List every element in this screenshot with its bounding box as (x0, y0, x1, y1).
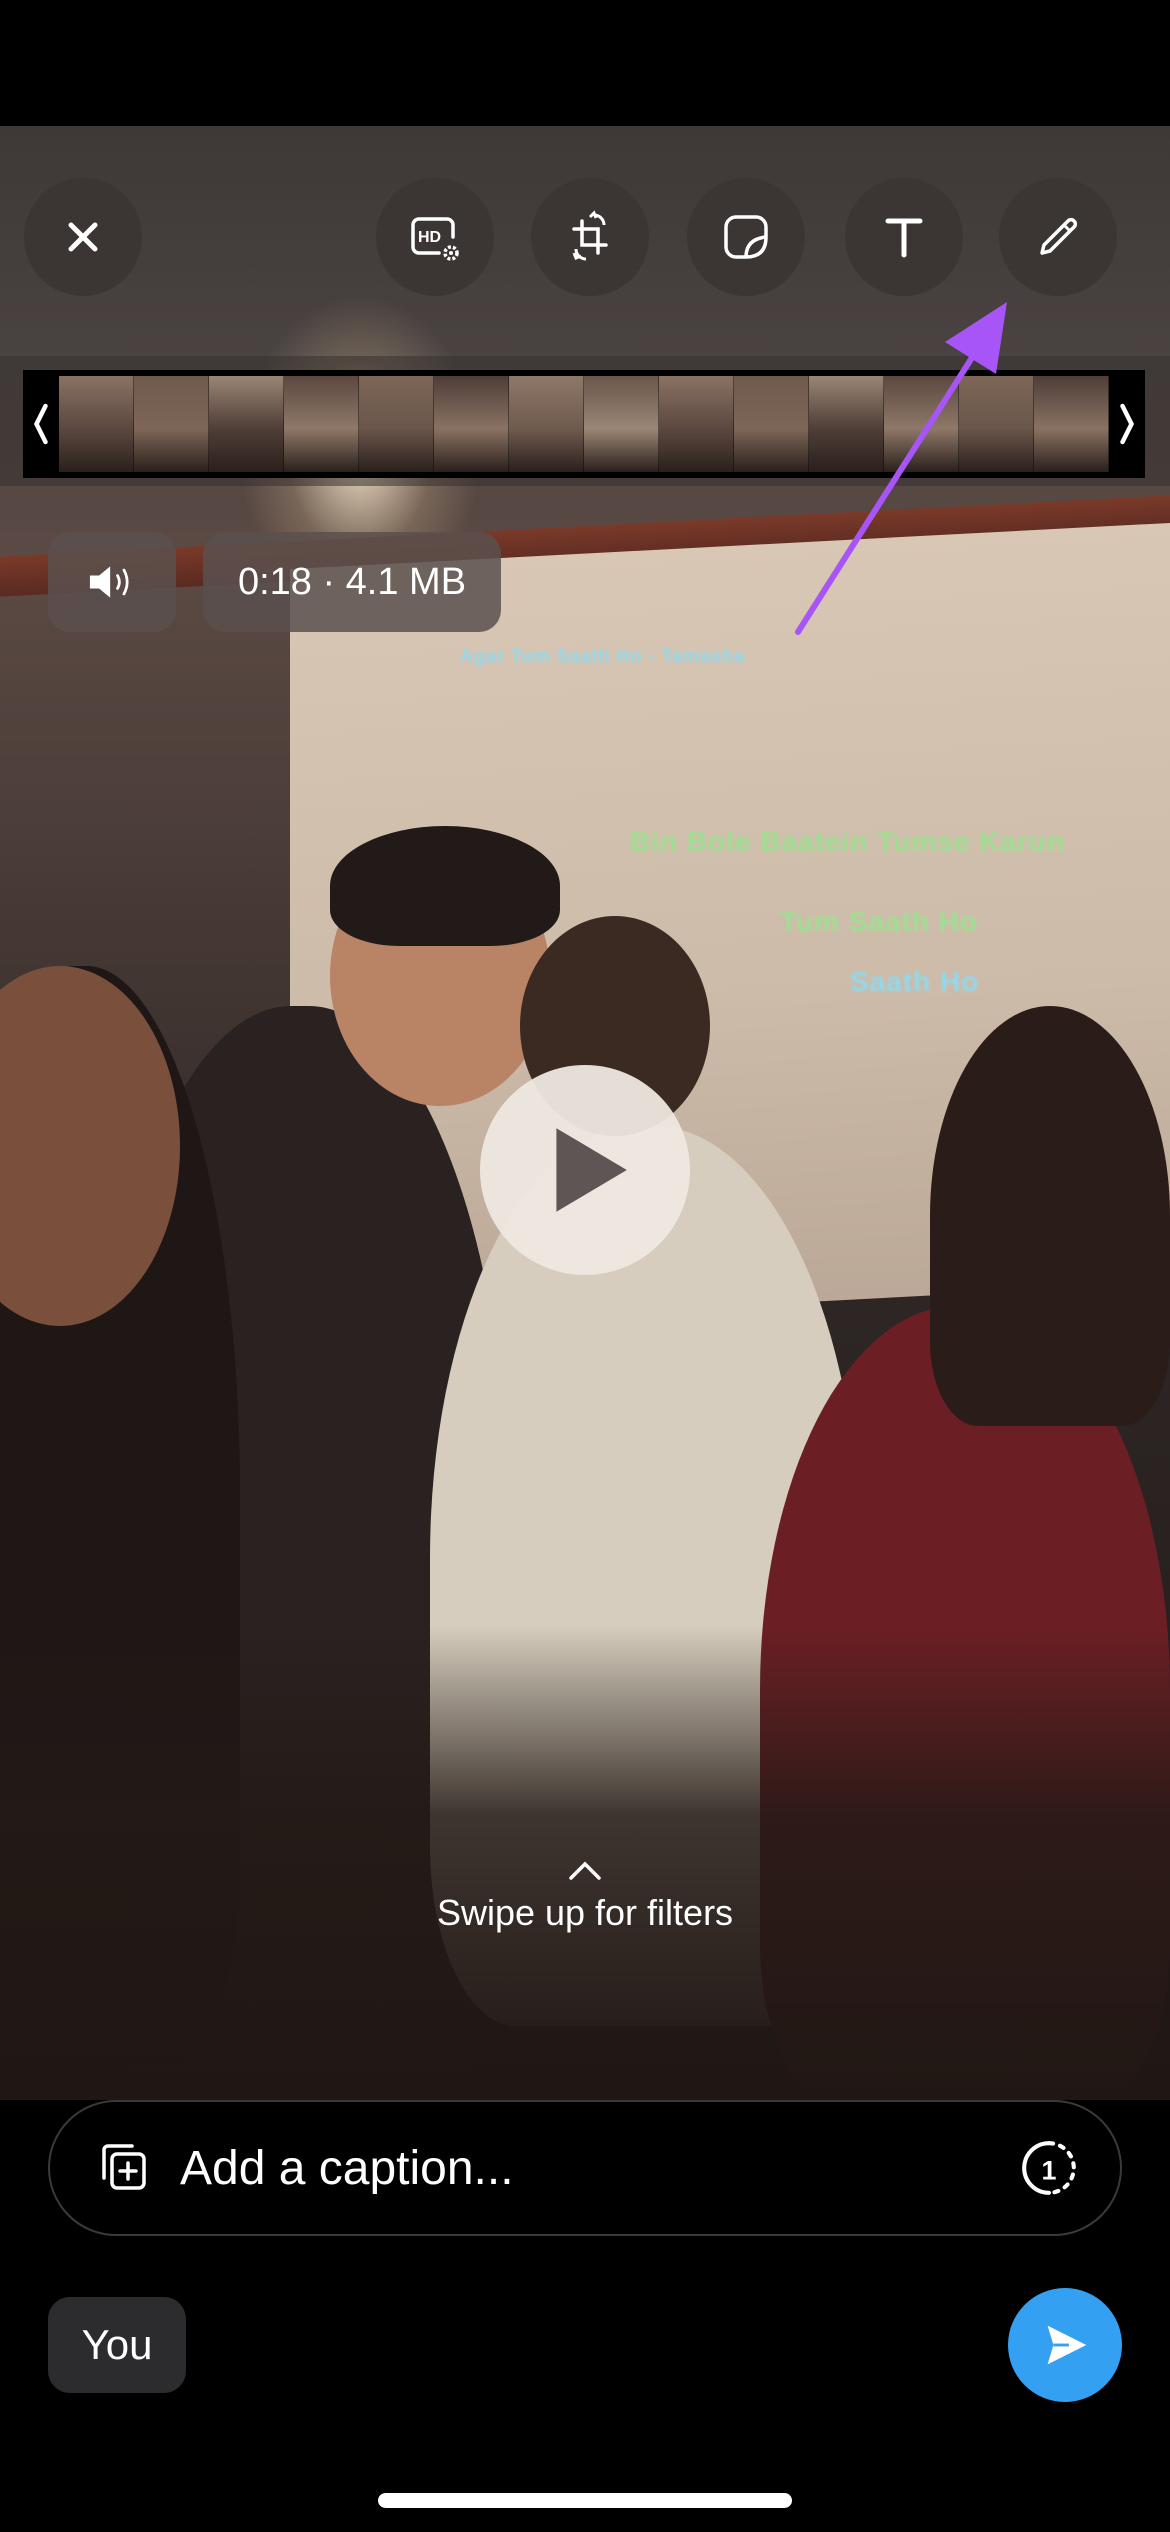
chevron-up-icon (569, 1861, 601, 1880)
hd-settings-icon: HD (411, 217, 459, 261)
recipient-label: You (81, 2321, 153, 2368)
trimmer-frame (59, 376, 134, 472)
chevron-right-icon (1120, 403, 1135, 445)
recipient-chip[interactable]: You (48, 2297, 186, 2393)
trimmer-frame (734, 376, 809, 472)
mute-toggle-button[interactable] (48, 532, 176, 632)
person-figure (930, 1006, 1170, 1426)
trimmer-frame (809, 376, 884, 472)
video-trimmer[interactable] (23, 370, 1145, 478)
trimmer-frame (209, 376, 284, 472)
send-icon (1047, 2325, 1087, 2365)
view-once-button[interactable]: 1 (1018, 2137, 1080, 2199)
trimmer-frame (134, 376, 209, 472)
trimmer-frame (1034, 376, 1109, 472)
duration-and-size: 0:18 · 4.1 MB (237, 560, 467, 603)
sticker-button[interactable] (687, 178, 805, 296)
svg-text:1: 1 (1042, 2155, 1057, 2185)
lyric-header: Agar Tum Saath Ho - Tamasha (460, 646, 746, 666)
play-icon (556, 1128, 627, 1212)
trimmer-frame (584, 376, 659, 472)
trimmer-frame (359, 376, 434, 472)
status-bar (0, 0, 1170, 126)
trimmer-frame (509, 376, 584, 472)
chevron-left-icon (33, 403, 48, 445)
lyric-line-2: Tum Saath Ho (780, 906, 979, 937)
send-button[interactable] (1008, 2288, 1122, 2402)
caption-bar: 1 (48, 2100, 1122, 2236)
lyric-line-1: Bin Bole Baatein Tumse Karun (630, 826, 1066, 857)
filters-hint-label: Swipe up for filters (436, 1892, 734, 1933)
caption-input[interactable] (180, 2140, 1018, 2196)
crop-rotate-icon (572, 210, 608, 261)
trimmer-frame (959, 376, 1034, 472)
trimmer-frame (884, 376, 959, 472)
add-media-icon (102, 2144, 146, 2190)
trimmer-frame (434, 376, 509, 472)
home-indicator[interactable] (378, 2493, 792, 2508)
sticker-icon (724, 215, 768, 259)
svg-text:HD: HD (418, 229, 441, 246)
text-icon (885, 218, 923, 258)
trimmer-frame (659, 376, 734, 472)
trimmer-frames[interactable] (59, 376, 1109, 472)
trim-handle-right[interactable] (1109, 370, 1145, 478)
play-button[interactable] (480, 1065, 690, 1275)
hd-quality-button[interactable]: HD (376, 178, 494, 296)
close-icon (68, 222, 98, 252)
text-tool-button[interactable] (845, 178, 963, 296)
trimmer-frame (284, 376, 359, 472)
speaker-icon (89, 566, 129, 598)
view-once-icon: 1 (1022, 2141, 1076, 2195)
crop-rotate-button[interactable] (531, 178, 649, 296)
draw-tool-button[interactable] (999, 178, 1117, 296)
trim-handle-left[interactable] (23, 370, 59, 478)
close-button[interactable] (24, 178, 142, 296)
pencil-icon (1040, 217, 1078, 255)
video-info: 0:18 · 4.1 MB (203, 532, 501, 632)
person-figure (330, 826, 560, 946)
filters-hint[interactable]: Swipe up for filters (0, 1858, 1170, 1934)
lyric-line-3: Saath Ho (850, 966, 980, 997)
add-media-button[interactable] (94, 2138, 154, 2198)
